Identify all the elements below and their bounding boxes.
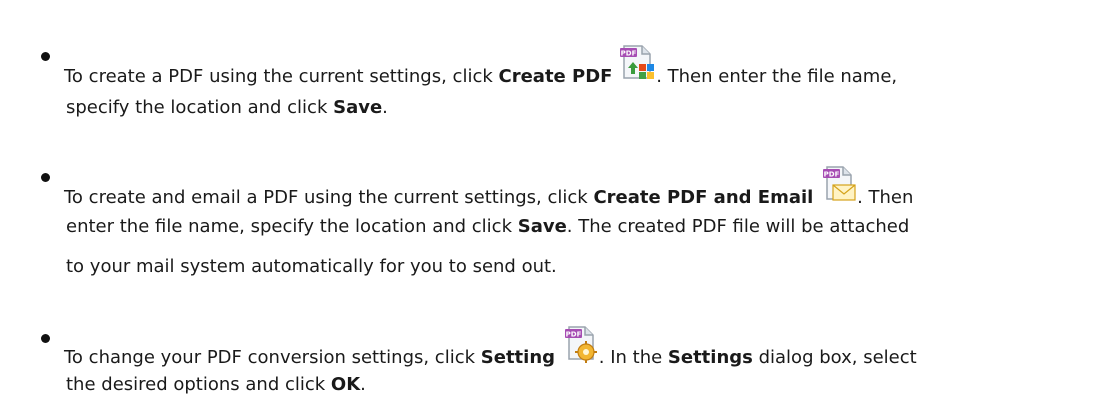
bullet-2-line-1: To create and email a PDF using the curr…	[64, 165, 913, 208]
bullet-1-line-1: To create a PDF using the current settin…	[64, 44, 897, 87]
pdf-badge-text: PDF	[621, 50, 637, 58]
bullet-2-line-2: enter the file name, specify the locatio…	[66, 216, 910, 237]
settings-dialog-label: Settings	[667, 347, 753, 368]
bullet-3-line-1: To change your PDF conversion settings, …	[64, 325, 917, 368]
bullet-dot	[41, 334, 50, 343]
bullet-3-line-2: the desired options and click OK.	[66, 374, 366, 395]
bullet-1-line-2: specify the location and click Save.	[66, 97, 388, 118]
create-pdf-icon: PDF	[620, 44, 656, 86]
create-pdf-and-email-label: Create PDF and Email	[593, 187, 814, 208]
pdf-badge-text: PDF	[824, 171, 840, 179]
setting-label: Setting	[480, 347, 556, 368]
bullet-dot	[41, 52, 50, 61]
create-pdf-label: Create PDF	[498, 66, 613, 87]
email-pdf-icon: PDF	[821, 165, 857, 207]
bullet-2-line-3: to your mail system automatically for yo…	[66, 256, 557, 277]
settings-pdf-icon: PDF	[563, 325, 599, 367]
bullet-dot	[41, 173, 50, 182]
pdf-badge-text: PDF	[565, 331, 581, 339]
